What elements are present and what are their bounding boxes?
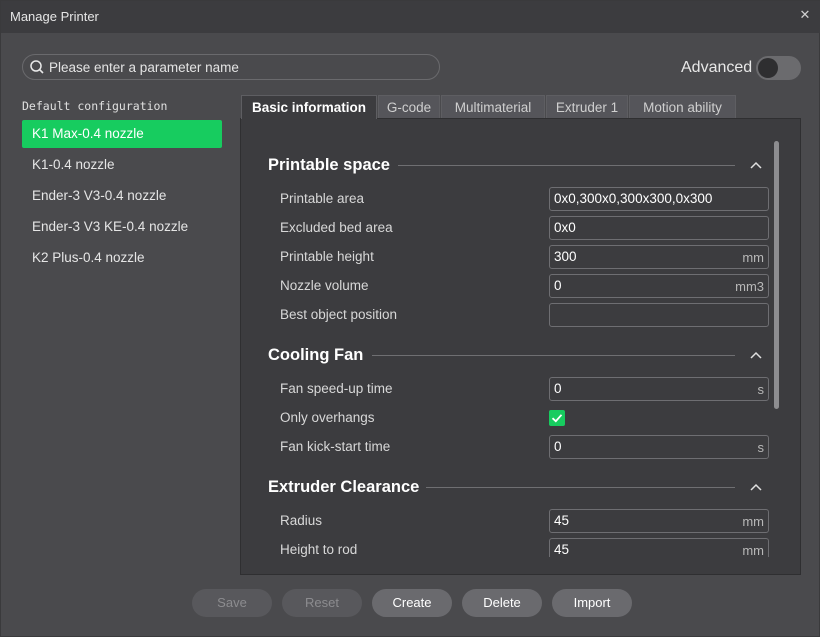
field-unit: mm [742,543,764,558]
reset-button[interactable]: Reset [282,589,362,617]
checkmark-icon [551,414,563,423]
field-value: 45 [554,542,570,557]
chevron-up-icon[interactable] [750,483,762,491]
label-radius: Radius [280,513,323,528]
parameter-search [22,54,440,80]
printer-item-k1-max[interactable]: K1 Max-0.4 nozzle [22,120,222,148]
label-excluded-bed-area: Excluded bed area [280,220,393,235]
advanced-toggle[interactable] [756,56,801,80]
search-input[interactable] [49,58,429,76]
manage-printer-dialog: Manage Printer ✕ Advanced Default config… [0,0,820,637]
field-excluded-bed-area[interactable]: 0x0 [549,216,769,240]
chevron-up-icon[interactable] [750,351,762,359]
field-value: 0 [554,278,562,293]
field-value: 0x0 [554,220,576,235]
field-height-to-rod[interactable]: 45 mm [549,538,769,558]
field-unit: mm [742,514,764,529]
label-best-object-position: Best object position [280,307,398,322]
field-nozzle-volume[interactable]: 0 mm3 [549,274,769,298]
section-title-extruder-clearance: Extruder Clearance [268,478,420,496]
section-divider [398,165,735,166]
label-fan-kick-start-time: Fan kick-start time [280,439,391,454]
search-icon [30,60,44,74]
tab-multimaterial[interactable]: Multimaterial [441,95,545,118]
field-unit: s [757,440,765,455]
only-overhangs-checkbox[interactable] [549,410,565,426]
field-value: 0 [554,439,562,454]
label-height-to-rod: Height to rod [280,542,358,557]
field-value: 0x0,300x0,300x300,0x300 [554,191,713,206]
section-divider [372,355,735,356]
printer-item-ender-3-v3[interactable]: Ender-3 V3-0.4 nozzle [22,182,222,210]
section-title-printable-space: Printable space [268,156,390,174]
tab-extruder-1[interactable]: Extruder 1 [546,95,628,118]
field-unit: mm [742,250,764,265]
tab-gcode[interactable]: G-code [378,95,440,118]
field-best-object-position[interactable] [549,303,769,327]
sidebar-heading: Default configuration [22,99,168,113]
window-title: Manage Printer [10,9,99,24]
field-fan-speed-up-time[interactable]: 0 s [549,377,769,401]
section-divider [426,487,735,488]
field-value: 45 [554,513,570,528]
panel-scrollbar[interactable] [774,141,779,409]
tab-basic-information[interactable]: Basic information [241,95,377,119]
tab-motion-ability[interactable]: Motion ability [629,95,736,118]
printer-item-k1[interactable]: K1-0.4 nozzle [22,151,222,179]
label-printable-area: Printable area [280,191,365,206]
advanced-label: Advanced [681,59,753,76]
field-radius[interactable]: 45 mm [549,509,769,533]
section-title-cooling-fan: Cooling Fan [268,346,364,364]
printer-item-k2-plus[interactable]: K2 Plus-0.4 nozzle [22,244,222,272]
field-fan-kick-start-time[interactable]: 0 s [549,435,769,459]
field-printable-height[interactable]: 300 mm [549,245,769,269]
delete-button[interactable]: Delete [462,589,542,617]
import-button[interactable]: Import [552,589,632,617]
label-fan-speed-up-time: Fan speed-up time [280,381,393,396]
chevron-up-icon[interactable] [750,161,762,169]
label-only-overhangs: Only overhangs [280,410,375,425]
label-printable-height: Printable height [280,249,374,264]
close-icon[interactable]: ✕ [797,6,813,26]
save-button[interactable]: Save [192,589,272,617]
create-button[interactable]: Create [372,589,452,617]
field-printable-area[interactable]: 0x0,300x0,300x300,0x300 [549,187,769,211]
title-bar: Manage Printer ✕ [1,1,820,33]
field-unit: s [757,382,765,397]
toggle-knob [758,58,778,78]
label-nozzle-volume: Nozzle volume [280,278,369,293]
printer-item-ender-3-v3-ke[interactable]: Ender-3 V3 KE-0.4 nozzle [22,213,222,241]
field-value: 300 [554,249,577,264]
field-unit: mm3 [735,279,764,294]
field-value: 0 [554,381,562,396]
